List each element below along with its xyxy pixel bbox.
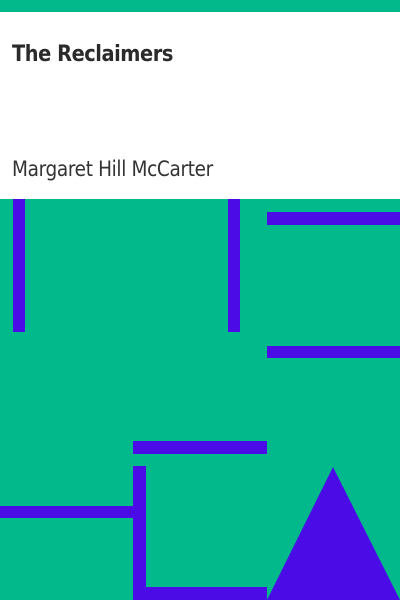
triangle-shape (267, 467, 400, 600)
right-lower-bar (267, 346, 400, 358)
book-cover: The Reclaimers Margaret Hill McCarter (0, 0, 400, 600)
bottom-horizontal-bar (133, 587, 267, 600)
left-horizontal-bar (0, 506, 133, 518)
left-vertical-bar (13, 199, 25, 332)
geometric-pattern-icon (0, 199, 400, 600)
right-upper-bar (267, 212, 400, 225)
center-horizontal-bar (133, 441, 267, 454)
lower-vertical-bar (133, 466, 146, 600)
middle-vertical-bar (228, 199, 240, 332)
